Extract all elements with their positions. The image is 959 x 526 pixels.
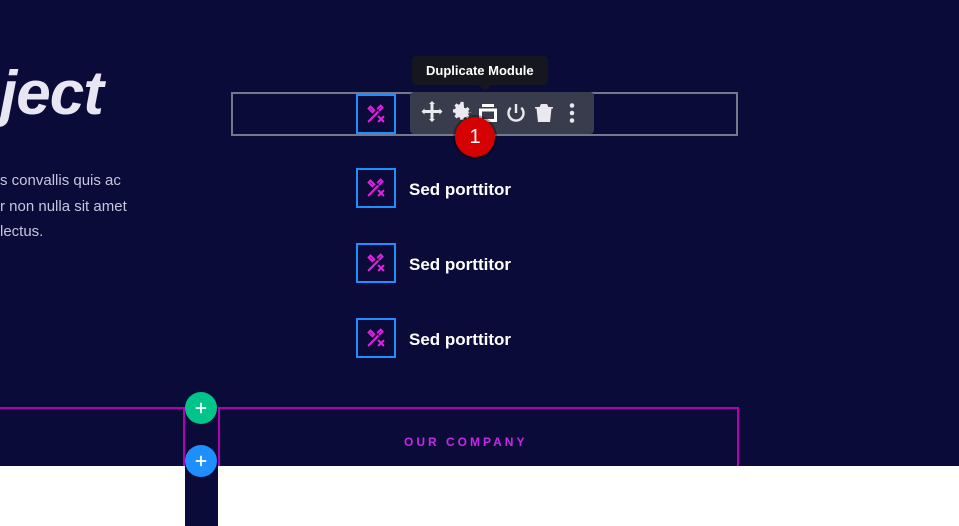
tools-icon bbox=[365, 252, 387, 274]
tools-icon bbox=[365, 327, 387, 349]
blurb-icon-box[interactable] bbox=[356, 168, 396, 208]
blurb-icon-box[interactable] bbox=[356, 318, 396, 358]
module-toolbar bbox=[410, 92, 594, 134]
left-section-outline[interactable] bbox=[0, 407, 185, 467]
add-row-button[interactable] bbox=[185, 445, 217, 477]
kebab-menu-icon bbox=[560, 101, 584, 125]
plus-icon bbox=[194, 454, 208, 468]
blurb-label: Sed porttitor bbox=[409, 255, 511, 275]
our-company-label: OUR COMPANY bbox=[404, 435, 527, 449]
power-icon bbox=[504, 101, 528, 125]
annotation-badge-1: 1 bbox=[455, 117, 495, 157]
plus-icon bbox=[194, 401, 208, 415]
tools-icon bbox=[365, 177, 387, 199]
add-section-button[interactable] bbox=[185, 392, 217, 424]
body-paragraph-fragment: s convallis quis ac r non nulla sit amet… bbox=[0, 168, 205, 245]
delete-module-button[interactable] bbox=[532, 101, 556, 125]
move-icon bbox=[420, 101, 444, 125]
save-module-button[interactable] bbox=[504, 101, 528, 125]
blurb-label: Sed porttitor bbox=[409, 180, 511, 200]
blurb-label: Sed porttitor bbox=[409, 330, 511, 350]
more-options-button[interactable] bbox=[560, 101, 584, 125]
trash-icon bbox=[532, 101, 556, 125]
blurb-icon-box[interactable] bbox=[356, 94, 396, 134]
duplicate-module-tooltip: Duplicate Module bbox=[412, 56, 548, 85]
move-module-button[interactable] bbox=[420, 101, 444, 125]
blurb-icon-box[interactable] bbox=[356, 243, 396, 283]
white-section-bg bbox=[0, 466, 959, 526]
tools-icon bbox=[365, 103, 387, 125]
page-heading-fragment: ject bbox=[0, 58, 103, 129]
